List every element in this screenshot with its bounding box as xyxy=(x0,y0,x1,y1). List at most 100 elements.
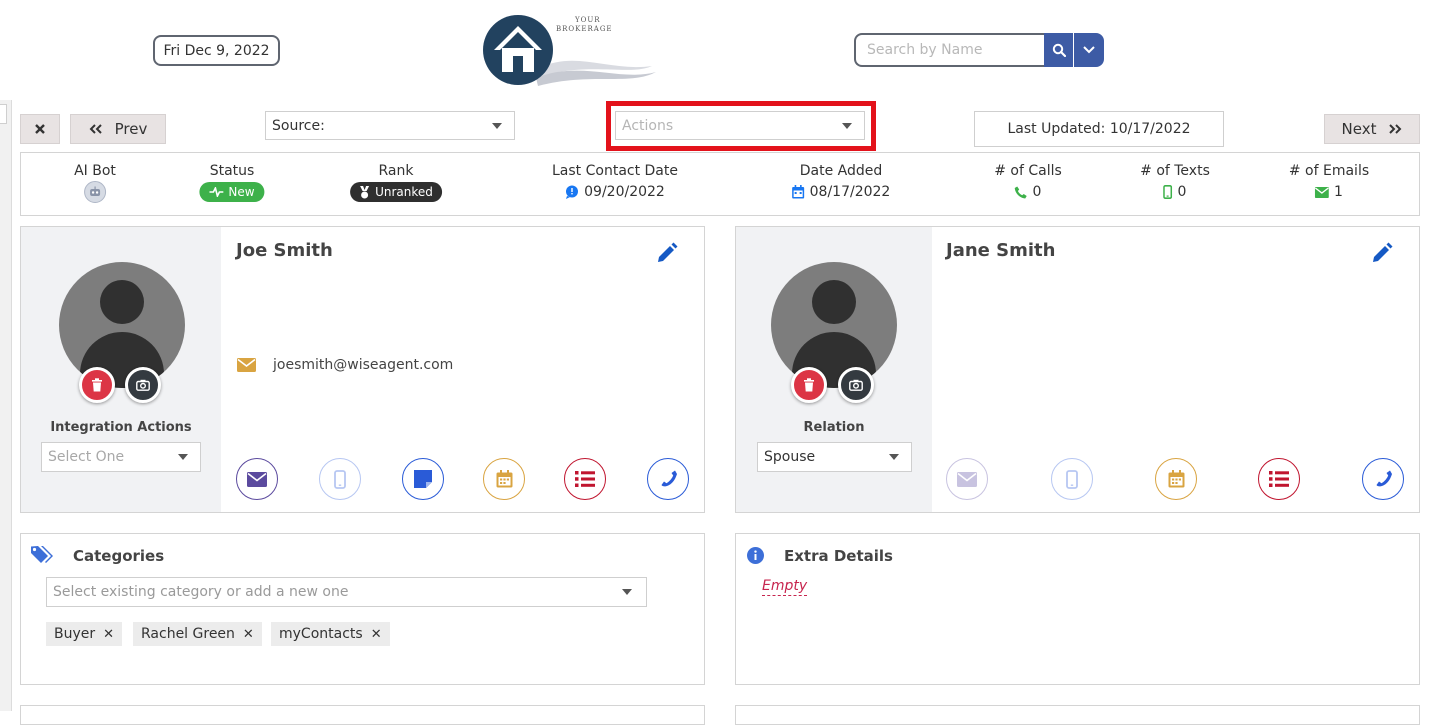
relation-value: Spouse xyxy=(764,449,816,465)
date-added-value: 08/17/2022 xyxy=(809,184,891,200)
contact-stats-bar: AI Bot Status New Rank Unranked Last Con… xyxy=(20,152,1420,216)
prev-label: Prev xyxy=(114,120,148,138)
rank-badge[interactable]: Unranked xyxy=(350,182,442,202)
stat-calls: # of Calls 0 xyxy=(994,163,1062,202)
delete-spouse-photo-button[interactable] xyxy=(791,367,827,403)
integration-actions-select[interactable]: Select One xyxy=(41,442,201,472)
add-note-button[interactable] xyxy=(402,458,444,500)
caret-down-icon xyxy=(622,589,632,595)
stat-rank: Rank Unranked xyxy=(350,163,442,202)
trash-icon xyxy=(804,378,814,392)
contact-avatar[interactable] xyxy=(59,262,185,388)
stat-last-contact: Last Contact Date 09/20/2022 xyxy=(552,163,678,202)
phone-icon xyxy=(661,470,677,486)
stat-emails: # of Emails 1 xyxy=(1289,163,1369,202)
spouse-card: Relation Spouse Jane Smith xyxy=(735,226,1420,513)
mobile-icon xyxy=(1066,469,1078,489)
left-panel-edge xyxy=(0,100,12,711)
delete-photo-button[interactable] xyxy=(79,367,115,403)
trash-icon xyxy=(92,378,102,392)
tag-label: Buyer xyxy=(54,626,96,642)
search-icon xyxy=(1052,43,1066,57)
spouse-call-button[interactable] xyxy=(1362,458,1404,500)
categories-title: Categories xyxy=(73,547,165,565)
stat-date-added: Date Added 08/17/2022 xyxy=(792,163,891,202)
send-text-button[interactable] xyxy=(319,458,361,500)
svg-text:BROKERAGE: BROKERAGE xyxy=(556,25,613,33)
last-updated: Last Updated: 10/17/2022 xyxy=(974,111,1224,147)
tag-label: Rachel Green xyxy=(141,626,235,642)
add-task-button[interactable] xyxy=(564,458,606,500)
extra-details-empty-link[interactable]: Empty xyxy=(762,578,808,596)
status-value: New xyxy=(228,185,255,199)
spouse-add-appointment-button[interactable] xyxy=(1155,458,1197,500)
upload-spouse-photo-button[interactable] xyxy=(838,367,874,403)
contact-email[interactable]: joesmith@wiseagent.com xyxy=(273,357,453,373)
spouse-add-task-button[interactable] xyxy=(1258,458,1300,500)
calls-label: # of Calls xyxy=(994,163,1062,179)
edit-contact-button[interactable] xyxy=(656,242,678,268)
date-added-label: Date Added xyxy=(799,163,883,179)
envelope-icon xyxy=(247,471,267,487)
categories-panel: Categories Select existing category or a… xyxy=(20,533,705,685)
status-label: Status xyxy=(209,163,255,179)
send-email-button[interactable] xyxy=(236,458,278,500)
texts-label: # of Texts xyxy=(1140,163,1210,179)
status-badge[interactable]: New xyxy=(199,182,265,202)
robot-icon[interactable] xyxy=(83,181,106,203)
brokerage-logo: YOUR BROKERAGE xyxy=(480,10,660,90)
actions-select[interactable]: Actions xyxy=(615,111,865,140)
ai-bot-label: AI Bot xyxy=(74,163,116,179)
email-envelope-icon xyxy=(237,357,256,376)
spouse-avatar[interactable] xyxy=(771,262,897,388)
category-select[interactable]: Select existing category or add a new on… xyxy=(46,577,647,607)
call-button[interactable] xyxy=(647,458,689,500)
remove-tag-icon[interactable]: ✕ xyxy=(371,627,382,642)
integration-actions-label: Integration Actions xyxy=(50,420,192,435)
chevron-down-icon xyxy=(1083,46,1095,54)
edit-spouse-button[interactable] xyxy=(1371,242,1393,268)
chat-bubble-icon xyxy=(566,185,579,199)
upload-photo-button[interactable] xyxy=(125,367,161,403)
double-chevron-left-icon xyxy=(89,124,102,134)
actions-placeholder: Actions xyxy=(622,117,674,134)
mobile-icon xyxy=(1163,185,1173,199)
rank-value: Unranked xyxy=(375,185,433,199)
remove-tag-icon[interactable]: ✕ xyxy=(103,627,114,642)
stat-status: Status New xyxy=(199,163,265,202)
stat-ai-bot: AI Bot xyxy=(74,163,116,203)
info-icon xyxy=(747,547,764,568)
source-select[interactable]: Source: xyxy=(265,111,515,140)
camera-icon xyxy=(849,379,863,391)
integration-placeholder: Select One xyxy=(48,449,125,465)
texts-value: 0 xyxy=(1177,184,1187,200)
last-contact-label: Last Contact Date xyxy=(552,163,678,179)
prev-button[interactable]: Prev xyxy=(70,114,166,144)
left-panel-tab[interactable] xyxy=(0,104,7,124)
lower-panel-left xyxy=(20,705,705,725)
next-button[interactable]: Next xyxy=(1324,114,1420,144)
phone-icon xyxy=(1376,470,1392,486)
tags-icon xyxy=(31,545,55,569)
search-options-button[interactable] xyxy=(1074,33,1104,67)
search-button[interactable] xyxy=(1044,33,1073,67)
rank-label: Rank xyxy=(378,163,414,179)
relation-select[interactable]: Spouse xyxy=(757,442,912,472)
calls-value: 0 xyxy=(1032,184,1042,200)
spouse-send-text-button[interactable] xyxy=(1051,458,1093,500)
list-icon xyxy=(1269,471,1289,487)
contact-card: Integration Actions Select One Joe Smith… xyxy=(20,226,705,513)
close-button[interactable] xyxy=(20,114,60,144)
category-placeholder: Select existing category or add a new on… xyxy=(53,584,349,600)
search-input[interactable] xyxy=(854,33,1046,67)
search-bar xyxy=(854,33,1104,67)
tag-label: myContacts xyxy=(279,626,363,642)
spouse-send-email-button[interactable] xyxy=(946,458,988,500)
spouse-name: Jane Smith xyxy=(946,240,1056,261)
extra-details-title: Extra Details xyxy=(784,547,893,565)
caret-down-icon xyxy=(492,122,502,129)
envelope-icon xyxy=(957,471,977,487)
emails-label: # of Emails xyxy=(1288,163,1370,179)
remove-tag-icon[interactable]: ✕ xyxy=(243,627,254,642)
add-appointment-button[interactable] xyxy=(483,458,525,500)
